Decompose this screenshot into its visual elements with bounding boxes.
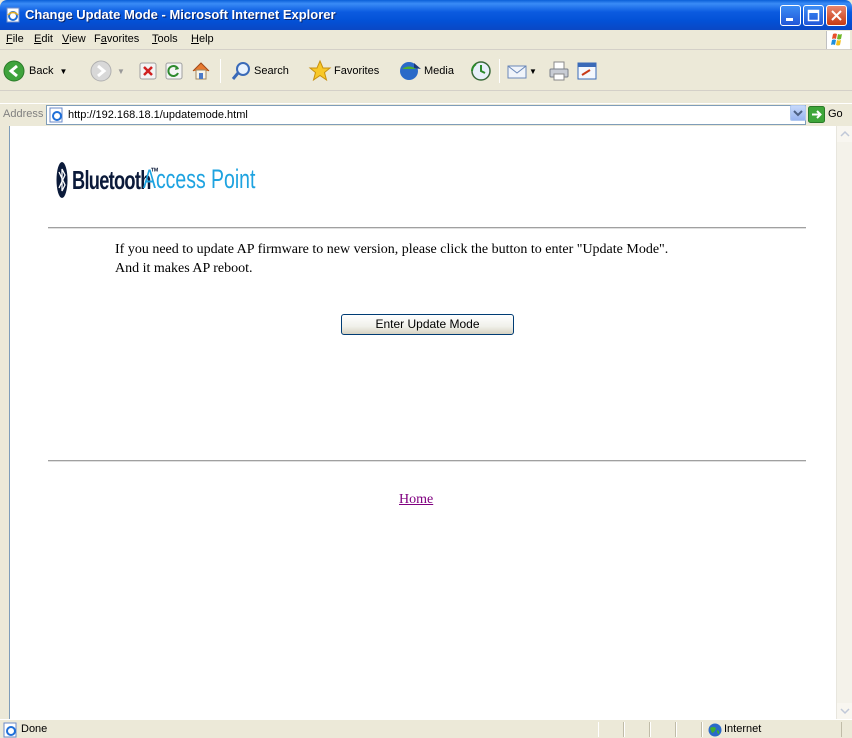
ie-page-icon xyxy=(6,7,20,23)
address-bar: Address http://192.168.18.1/updatemode.h… xyxy=(0,103,852,125)
menu-edit[interactable]: Edit xyxy=(34,33,53,45)
edit-page-button[interactable] xyxy=(576,59,598,83)
divider-top xyxy=(48,227,806,229)
scroll-down-icon xyxy=(840,708,850,715)
forward-dropdown-icon[interactable]: ▼ xyxy=(117,67,125,76)
status-pane xyxy=(650,722,676,737)
logo-access-point-text: Access Point xyxy=(143,164,256,194)
media-icon xyxy=(400,62,421,80)
menu-help[interactable]: Help xyxy=(191,33,214,45)
toolbar-separator xyxy=(499,59,500,83)
ie-page-icon xyxy=(3,722,17,738)
ie-page-icon xyxy=(49,107,63,123)
menu-tools[interactable]: Tools xyxy=(152,33,178,45)
bluetooth-rune-icon xyxy=(56,162,68,198)
go-button[interactable]: Go xyxy=(808,105,852,123)
update-instructions: If you need to update AP firmware to new… xyxy=(115,242,669,276)
security-zone-pane xyxy=(702,722,842,737)
forward-button[interactable]: ▼ xyxy=(90,59,125,83)
address-url: http://192.168.18.1/updatemode.html xyxy=(68,109,248,121)
status-pane xyxy=(676,722,702,737)
browser-window: Change Update Mode - Microsoft Internet … xyxy=(0,0,852,738)
divider-bottom xyxy=(48,460,806,462)
toolbar-separator xyxy=(220,59,221,83)
address-field[interactable]: http://192.168.18.1/updatemode.html xyxy=(46,105,806,125)
print-button[interactable] xyxy=(548,59,570,83)
home-icon xyxy=(192,62,210,80)
menu-bar: File Edit View Favorites Tools Help xyxy=(0,30,852,50)
maximize-icon xyxy=(807,9,820,22)
maximize-button[interactable] xyxy=(803,5,824,26)
scroll-up-icon xyxy=(840,130,850,137)
mail-button[interactable]: ▼ xyxy=(506,59,537,83)
chevron-down-icon xyxy=(793,110,803,117)
search-icon xyxy=(231,62,250,80)
bluetooth-access-point-logo: Bluetooth™ Access Point xyxy=(56,158,255,202)
page-content: Bluetooth™ Access Point If you need to u… xyxy=(9,126,836,719)
menu-file[interactable]: File xyxy=(6,33,24,45)
favorites-star-icon xyxy=(308,59,332,82)
status-pane xyxy=(624,722,650,737)
close-icon xyxy=(831,10,842,21)
history-icon xyxy=(471,61,491,81)
vertical-scrollbar[interactable] xyxy=(836,126,852,719)
print-icon xyxy=(549,61,569,81)
favorites-button[interactable]: Favorites xyxy=(308,59,379,83)
media-button[interactable]: Media xyxy=(398,59,454,83)
address-dropdown-button[interactable] xyxy=(790,105,806,121)
window-title: Change Update Mode - Microsoft Internet … xyxy=(25,7,336,22)
edit-page-icon xyxy=(577,62,597,80)
status-text: Done xyxy=(21,723,48,735)
forward-arrow-icon xyxy=(90,60,112,82)
status-pane xyxy=(598,722,624,737)
menu-view[interactable]: View xyxy=(62,33,86,45)
enter-update-mode-button[interactable]: Enter Update Mode xyxy=(341,314,514,335)
back-arrow-icon xyxy=(3,60,25,82)
address-label: Address xyxy=(3,108,44,120)
windows-logo-icon xyxy=(826,31,850,49)
back-button[interactable]: Back ▼ xyxy=(3,59,67,83)
minimize-icon xyxy=(786,18,793,21)
internet-globe-icon xyxy=(708,723,722,737)
stop-icon xyxy=(139,62,157,80)
status-bar: Done Internet xyxy=(0,719,852,738)
home-button[interactable] xyxy=(190,59,212,83)
back-dropdown-icon[interactable]: ▼ xyxy=(59,67,67,76)
minimize-button[interactable] xyxy=(780,5,801,26)
menu-favorites[interactable]: Favorites xyxy=(94,33,139,45)
standard-toolbar: Back ▼ ▼ Search Favorites Media ▼ xyxy=(0,51,852,91)
close-button[interactable] xyxy=(826,5,847,26)
stop-button[interactable] xyxy=(138,59,158,83)
history-button[interactable] xyxy=(470,59,492,83)
go-arrow-icon xyxy=(808,105,825,123)
scroll-up-button[interactable] xyxy=(837,126,852,142)
mail-icon xyxy=(507,65,527,79)
refresh-icon xyxy=(165,62,183,80)
title-bar[interactable]: Change Update Mode - Microsoft Internet … xyxy=(0,0,852,30)
search-button[interactable]: Search xyxy=(230,59,289,83)
refresh-button[interactable] xyxy=(164,59,184,83)
security-zone-text: Internet xyxy=(724,723,762,735)
mail-dropdown-icon[interactable]: ▼ xyxy=(529,67,537,76)
scroll-down-button[interactable] xyxy=(837,703,852,719)
home-link[interactable]: Home xyxy=(399,492,433,508)
